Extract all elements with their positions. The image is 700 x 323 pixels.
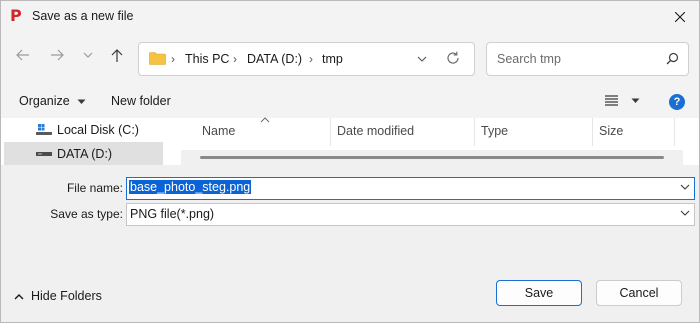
chevron-down-icon (83, 52, 93, 58)
new-folder-button[interactable]: New folder (111, 94, 171, 108)
address-history-chevron-icon[interactable] (417, 55, 427, 63)
column-divider[interactable] (592, 118, 593, 146)
column-header-type[interactable]: Type (481, 124, 508, 138)
title-bar: P Save as a new file (1, 1, 699, 33)
scrollbar-thumb[interactable] (200, 156, 664, 159)
breadcrumb-separator: › (309, 52, 313, 66)
breadcrumb-this-pc[interactable]: This PC (185, 52, 229, 66)
column-divider[interactable] (674, 118, 675, 146)
folder-icon (149, 52, 166, 65)
arrow-right-icon (51, 49, 64, 61)
file-name-input[interactable]: base_photo_steg.png (129, 180, 252, 194)
search-icon (666, 52, 679, 65)
close-button[interactable] (667, 5, 693, 29)
organize-menu-button[interactable]: Organize (19, 94, 86, 108)
navigation-bar: › This PC › DATA (D:) › tmp (1, 33, 699, 85)
browse-pane: Local Disk (C:) DATA (D:) Name Date modi… (1, 117, 699, 165)
save-as-type-select[interactable]: PNG file(*.png) (126, 203, 695, 226)
address-bar[interactable]: › This PC › DATA (D:) › tmp (138, 42, 475, 76)
list-view-icon (605, 95, 618, 106)
arrow-left-icon (16, 49, 29, 61)
nav-item-local-disk-c[interactable]: Local Disk (C:) (4, 118, 163, 141)
save-as-type-value: PNG file(*.png) (130, 207, 215, 221)
file-list[interactable]: Name Date modified Type Size (181, 117, 683, 165)
refresh-icon (447, 51, 459, 64)
caret-down-icon (77, 99, 86, 104)
column-divider[interactable] (474, 118, 475, 146)
chevron-down-icon[interactable] (680, 184, 690, 191)
search-input[interactable] (495, 50, 659, 68)
refresh-button[interactable] (445, 50, 465, 68)
nav-item-data-d[interactable]: DATA (D:) (4, 142, 163, 165)
chevron-down-icon (680, 210, 690, 216)
back-button[interactable] (12, 49, 34, 69)
column-header-date-modified[interactable]: Date modified (337, 124, 414, 138)
save-button[interactable]: Save (496, 280, 582, 306)
recent-locations-button[interactable] (77, 49, 99, 69)
column-header-size[interactable]: Size (599, 124, 623, 138)
file-name-field[interactable]: base_photo_steg.png (126, 177, 695, 200)
breadcrumb-separator: › (233, 52, 237, 66)
close-icon (675, 12, 685, 22)
file-name-label: File name: (66, 181, 123, 195)
column-divider[interactable] (330, 118, 331, 146)
app-logo-icon: P (10, 6, 22, 25)
column-header-name[interactable]: Name (202, 124, 235, 138)
help-button[interactable]: ? (669, 94, 685, 110)
chevron-up-icon (14, 294, 24, 300)
breadcrumb-separator: › (171, 52, 175, 66)
window-title: Save as a new file (32, 9, 134, 23)
caret-down-icon (631, 98, 640, 103)
nav-item-label: DATA (D:) (57, 147, 113, 161)
up-button[interactable] (106, 49, 128, 69)
drive-icon (36, 152, 52, 156)
windows-drive-icon (36, 124, 52, 135)
save-form: File name: base_photo_steg.png Save as t… (1, 165, 699, 265)
save-dialog: P Save as a new file › This PC › DATA (D… (0, 0, 700, 323)
arrow-up-icon (111, 49, 123, 62)
save-as-type-label: Save as type: (50, 207, 123, 221)
organize-label: Organize (19, 94, 70, 108)
change-view-button[interactable] (605, 93, 643, 111)
nav-item-label: Local Disk (C:) (57, 123, 139, 137)
forward-button[interactable] (46, 49, 68, 69)
hide-folders-label: Hide Folders (31, 289, 102, 303)
cancel-button[interactable]: Cancel (596, 280, 682, 306)
navigation-pane[interactable]: Local Disk (C:) DATA (D:) (1, 118, 169, 165)
horizontal-scrollbar[interactable] (181, 150, 683, 165)
search-box[interactable] (486, 42, 689, 76)
command-bar: Organize New folder ? (1, 85, 699, 118)
breadcrumb-tmp[interactable]: tmp (322, 52, 343, 66)
dialog-footer: Hide Folders Save Cancel (1, 265, 699, 322)
sort-ascending-icon (260, 117, 270, 123)
hide-folders-button[interactable]: Hide Folders (13, 288, 113, 306)
breadcrumb-data-drive[interactable]: DATA (D:) (247, 52, 302, 66)
